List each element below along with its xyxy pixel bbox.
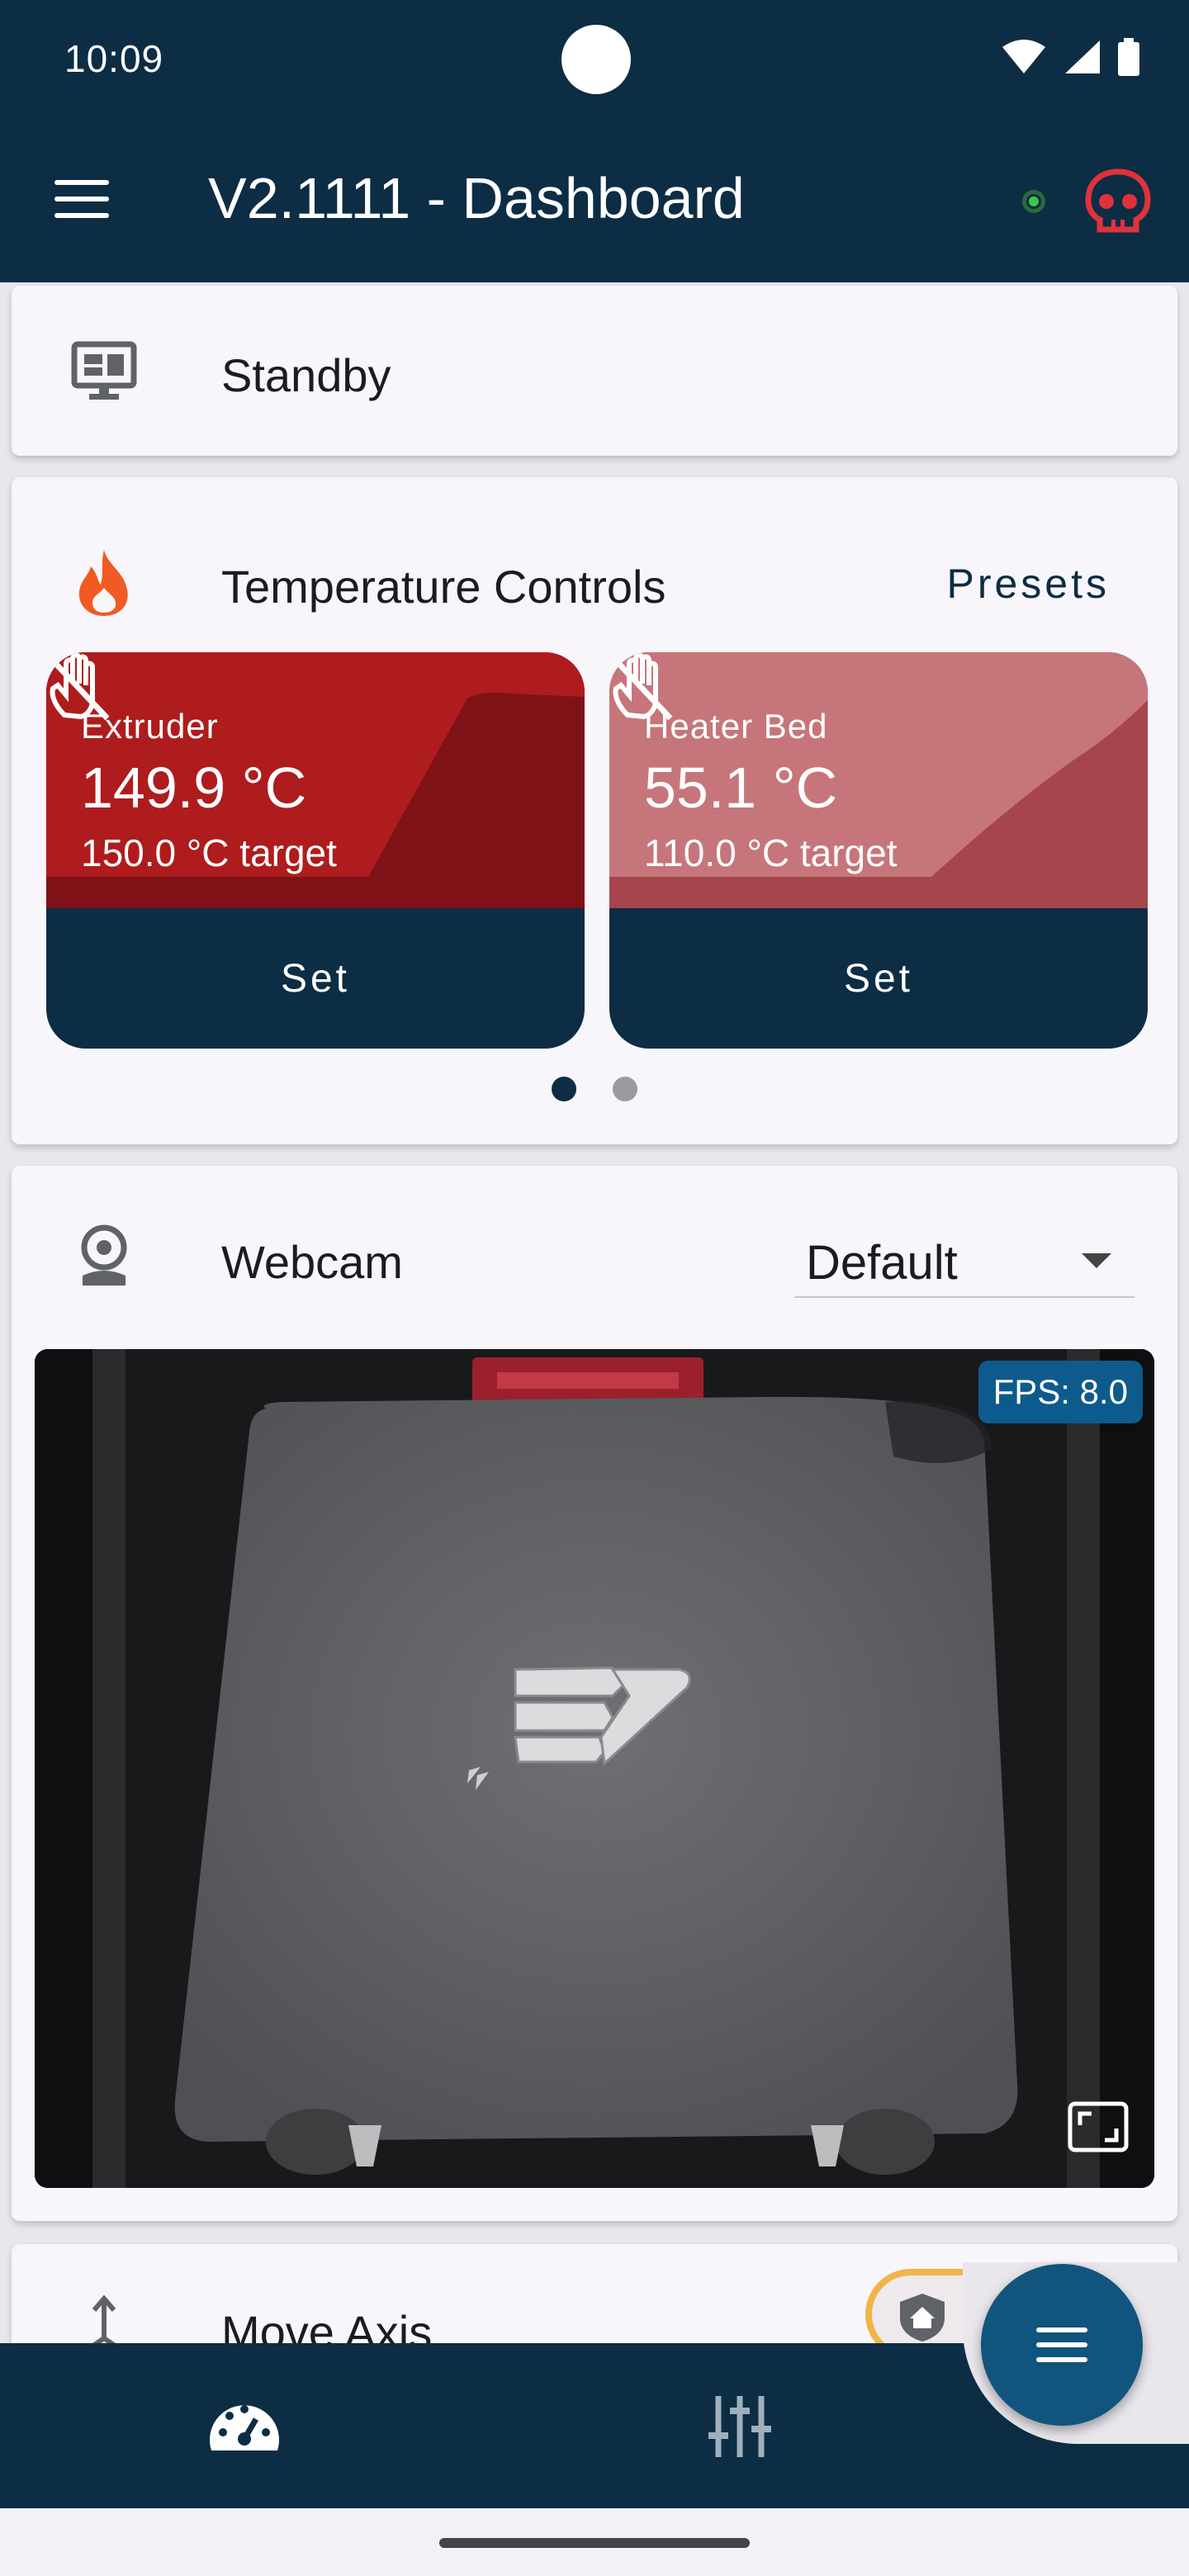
hand-off-icon	[612, 652, 673, 721]
webcam-stream[interactable]: FPS: 8.0	[35, 1349, 1154, 2188]
temperature-controls-card: Temperature Controls Presets Extruder 14…	[12, 477, 1177, 1144]
extruder-current-temperature: 149.9 °C	[81, 755, 307, 820]
extruder-tile[interactable]: Extruder 149.9 °C 150.0 °C target Set	[46, 652, 585, 1049]
heater-bed-tile[interactable]: Heater Bed 55.1 °C 110.0 °C target Set	[609, 652, 1148, 1049]
app-bar: 10:09 V2.1111 - Dashboard	[0, 0, 1189, 282]
extruder-target-temperature: 150.0 °C target	[81, 831, 337, 874]
standby-card: Standby	[12, 286, 1177, 456]
webcam-selected-source: Default	[806, 1236, 958, 1290]
cell-signal-icon	[1065, 40, 1100, 73]
pager-dot[interactable]	[613, 1077, 637, 1101]
navigation-menu-button[interactable]	[54, 180, 109, 221]
standby-status: Standby	[221, 349, 391, 401]
emergency-stop-skull-icon[interactable]	[1083, 168, 1153, 234]
presets-button[interactable]: Presets	[946, 560, 1110, 608]
extruder-temperature-panel: Extruder 149.9 °C 150.0 °C target	[46, 652, 585, 908]
status-time: 10:09	[64, 37, 164, 80]
status-icons	[1001, 38, 1139, 76]
tile-pager[interactable]	[12, 1077, 1177, 1101]
camera-cutout	[561, 25, 631, 94]
chevron-down-icon	[1082, 1253, 1111, 1268]
fullscreen-icon[interactable]	[1067, 2100, 1130, 2153]
pager-dot-active[interactable]	[552, 1077, 576, 1101]
extruder-set-button[interactable]: Set	[46, 908, 585, 1049]
tune-sliders-icon[interactable]	[699, 2389, 781, 2464]
webcam-frame-image	[35, 1349, 1154, 2188]
connection-status-indicator	[1022, 190, 1045, 213]
home-shield-icon	[900, 2294, 945, 2342]
speedometer-icon[interactable]	[203, 2389, 286, 2464]
heater-bed-current-temperature: 55.1 °C	[644, 755, 838, 820]
webcam-icon	[69, 1222, 139, 1291]
monitor-dashboard-icon	[69, 337, 139, 406]
heater-bed-target-temperature: 110.0 °C target	[644, 831, 898, 874]
home-gesture-handle[interactable]	[439, 2538, 750, 2548]
temperature-controls-title: Temperature Controls	[221, 561, 666, 613]
page-title: V2.1111 - Dashboard	[208, 166, 745, 230]
heater-bed-set-button[interactable]: Set	[609, 908, 1148, 1049]
fps-badge: FPS: 8.0	[978, 1361, 1143, 1423]
gesture-navigation-bar	[0, 2508, 1189, 2576]
webcam-title: Webcam	[221, 1236, 403, 1288]
wifi-icon	[1002, 40, 1045, 73]
battery-icon	[1118, 38, 1139, 76]
fire-icon	[69, 548, 139, 618]
heater-bed-temperature-panel: Heater Bed 55.1 °C 110.0 °C target	[609, 652, 1148, 908]
webcam-source-select[interactable]: Default	[794, 1224, 1135, 1298]
webcam-card: Webcam Default FPS: 8.0	[12, 1166, 1177, 2221]
floating-menu-button[interactable]	[981, 2264, 1143, 2426]
hand-off-icon	[49, 652, 110, 721]
